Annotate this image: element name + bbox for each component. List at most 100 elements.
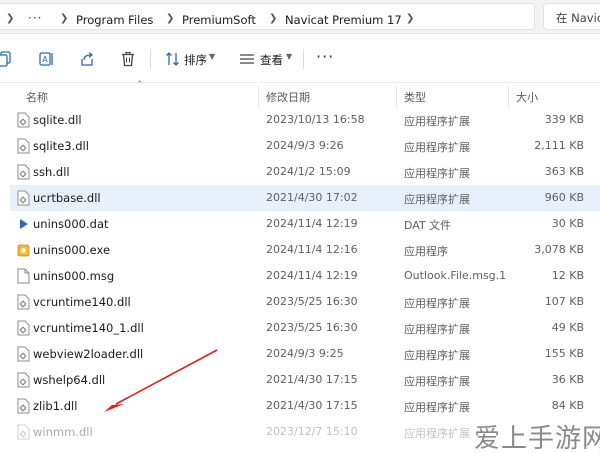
- chevron-right-icon: ❯: [269, 13, 278, 24]
- dll-file-icon: [17, 398, 30, 414]
- chevron-right-icon: ❯: [406, 13, 415, 24]
- column-type[interactable]: 类型: [404, 89, 426, 105]
- file-modified: 2021/4/30 17:02: [266, 191, 358, 204]
- file-name: unins000.dat: [33, 217, 109, 231]
- file-size: 49 KB: [551, 321, 584, 334]
- file-name: sqlite3.dll: [33, 139, 89, 153]
- column-name[interactable]: 名称: [26, 89, 48, 105]
- chevron-down-icon: ▼: [209, 52, 216, 61]
- file-size: 2,111 KB: [534, 139, 584, 152]
- file-name: zlib1.dll: [33, 399, 78, 413]
- file-name: wshelp64.dll: [33, 373, 106, 387]
- share-icon[interactable]: [78, 50, 96, 68]
- file-name: webview2loader.dll: [33, 347, 144, 361]
- view-icon: [240, 54, 254, 64]
- dll-file-icon: [17, 294, 30, 310]
- watermark: 爱上手游网: [474, 424, 600, 453]
- file-type: DAT 文件: [404, 219, 452, 232]
- search-placeholder: 在 Navicat: [556, 11, 600, 25]
- column-divider[interactable]: [258, 86, 259, 108]
- dll-file-icon: [17, 164, 30, 180]
- file-type: 应用程序扩展: [404, 115, 470, 128]
- breadcrumb[interactable]: ❯ ··· ❯ Program Files ❯ PremiumSoft ❯ Na…: [0, 3, 535, 30]
- file-type: Outlook.File.msg.15: [404, 269, 506, 282]
- dll-file-icon: [17, 112, 30, 128]
- file-size: 339 KB: [544, 113, 584, 126]
- file-size: 30 KB: [551, 217, 584, 230]
- file-name: winmm.dll: [33, 425, 93, 439]
- file-row[interactable]: vcruntime140_1.dll 2023/5/25 16:30 应用程序扩展 4…: [10, 315, 600, 341]
- rename-icon[interactable]: A: [38, 50, 56, 68]
- file-size: 107 KB: [544, 295, 584, 308]
- file-row[interactable]: ssh.dll 2024/1/2 15:09 应用程序扩展 363 KB: [10, 159, 600, 185]
- file-row[interactable]: unins000.msg 2024/11/4 12:19 Outlook.File.…: [10, 263, 600, 289]
- file-row[interactable]: ucrtbase.dll 2021/4/30 17:02 应用程序扩展 960 KB: [10, 185, 600, 211]
- trash-icon[interactable]: [119, 50, 137, 68]
- chevron-right-icon: ❯: [166, 13, 175, 24]
- view-button[interactable]: 查看: [260, 52, 283, 68]
- file-modified: 2023/10/13 16:58: [266, 113, 365, 126]
- column-size[interactable]: 大小: [516, 89, 538, 105]
- file-type: 应用程序扩展: [404, 297, 470, 310]
- file-size: 12 KB: [551, 269, 584, 282]
- breadcrumb-overflow-button[interactable]: ···: [28, 11, 42, 25]
- file-type: 应用程序扩展: [404, 141, 470, 154]
- file-size: 960 KB: [544, 191, 584, 204]
- dll-file-icon: [17, 372, 30, 388]
- file-row[interactable]: unins000.exe 2024/11/4 12:16 应用程序 3,078 KB: [10, 237, 600, 263]
- column-modified[interactable]: 修改日期: [266, 89, 310, 105]
- file-modified: 2024/11/4 12:19: [266, 217, 358, 230]
- chevron-down-icon: ▼: [286, 52, 293, 61]
- file-name: vcruntime140_1.dll: [33, 321, 144, 335]
- file-row[interactable]: webview2loader.dll 2024/9/3 9:25 应用程序扩展 155…: [10, 341, 600, 367]
- column-divider[interactable]: [396, 86, 397, 108]
- file-row[interactable]: zlib1.dll 2021/4/30 17:15 应用程序扩展 84 KB: [10, 393, 600, 419]
- dll-file-icon: [17, 138, 30, 154]
- sort-button[interactable]: 排序: [184, 52, 207, 68]
- file-type: 应用程序扩展: [404, 349, 470, 362]
- file-modified: 2023/12/7 15:10: [266, 425, 358, 438]
- file-name: unins000.msg: [33, 269, 115, 283]
- file-modified: 2023/5/25 16:30: [266, 295, 358, 308]
- dat-file-icon: [20, 219, 28, 229]
- toolbar-divider: [150, 49, 151, 69]
- file-row[interactable]: wshelp64.dll 2021/4/30 17:15 应用程序扩展 36 KB: [10, 367, 600, 393]
- file-row[interactable]: vcruntime140.dll 2023/5/25 16:30 应用程序扩展 107…: [10, 289, 600, 315]
- dll-file-icon: [17, 424, 30, 440]
- file-name: sqlite.dll: [33, 113, 82, 127]
- file-modified: 2024/9/3 9:25: [266, 347, 344, 360]
- copy-icon[interactable]: [0, 50, 14, 68]
- file-type: 应用程序扩展: [404, 401, 470, 414]
- dll-file-icon: [17, 190, 30, 206]
- installer-exe-icon: [17, 244, 30, 257]
- file-type: 应用程序扩展: [404, 323, 470, 336]
- breadcrumb-navicat-premium-17[interactable]: Navicat Premium 17: [285, 13, 402, 27]
- file-modified: 2024/9/3 9:26: [266, 139, 344, 152]
- file-modified: 2021/4/30 17:15: [266, 399, 358, 412]
- search-input[interactable]: 在 Navicat: [543, 3, 600, 30]
- column-header: 名称 修改日期 类型 大小: [0, 84, 600, 108]
- chevron-right-icon: ❯: [60, 13, 69, 24]
- command-bar: A 排序 ▼ 查看 ▼ ···: [0, 35, 600, 83]
- more-options-button[interactable]: ···: [316, 47, 334, 66]
- file-size: 3,078 KB: [534, 243, 584, 256]
- file-size: 36 KB: [551, 373, 584, 386]
- blank-file-icon: [17, 268, 30, 284]
- file-name: unins000.exe: [33, 243, 111, 257]
- breadcrumb-premiumsoft[interactable]: PremiumSoft: [182, 13, 256, 27]
- svg-text:A: A: [42, 55, 48, 64]
- file-row[interactable]: unins000.dat 2024/11/4 12:19 DAT 文件 30 KB: [10, 211, 600, 237]
- file-type: 应用程序: [404, 245, 448, 258]
- column-divider[interactable]: [508, 86, 509, 108]
- address-bar: ❯ ··· ❯ Program Files ❯ PremiumSoft ❯ Na…: [0, 0, 600, 34]
- file-name: ssh.dll: [33, 165, 70, 179]
- file-type: 应用程序扩展: [404, 375, 470, 388]
- breadcrumb-program-files[interactable]: Program Files: [76, 13, 153, 27]
- file-type: 应用程序扩展: [404, 167, 470, 180]
- file-row[interactable]: sqlite3.dll 2024/9/3 9:26 应用程序扩展 2,111 KB: [10, 133, 600, 159]
- chevron-right-icon: ❯: [6, 13, 15, 24]
- file-name: vcruntime140.dll: [33, 295, 131, 309]
- file-row[interactable]: sqlite.dll 2023/10/13 16:58 应用程序扩展 339 KB: [10, 107, 600, 133]
- file-type: 应用程序扩展: [404, 193, 470, 206]
- file-modified: 2024/11/4 12:19: [266, 269, 358, 282]
